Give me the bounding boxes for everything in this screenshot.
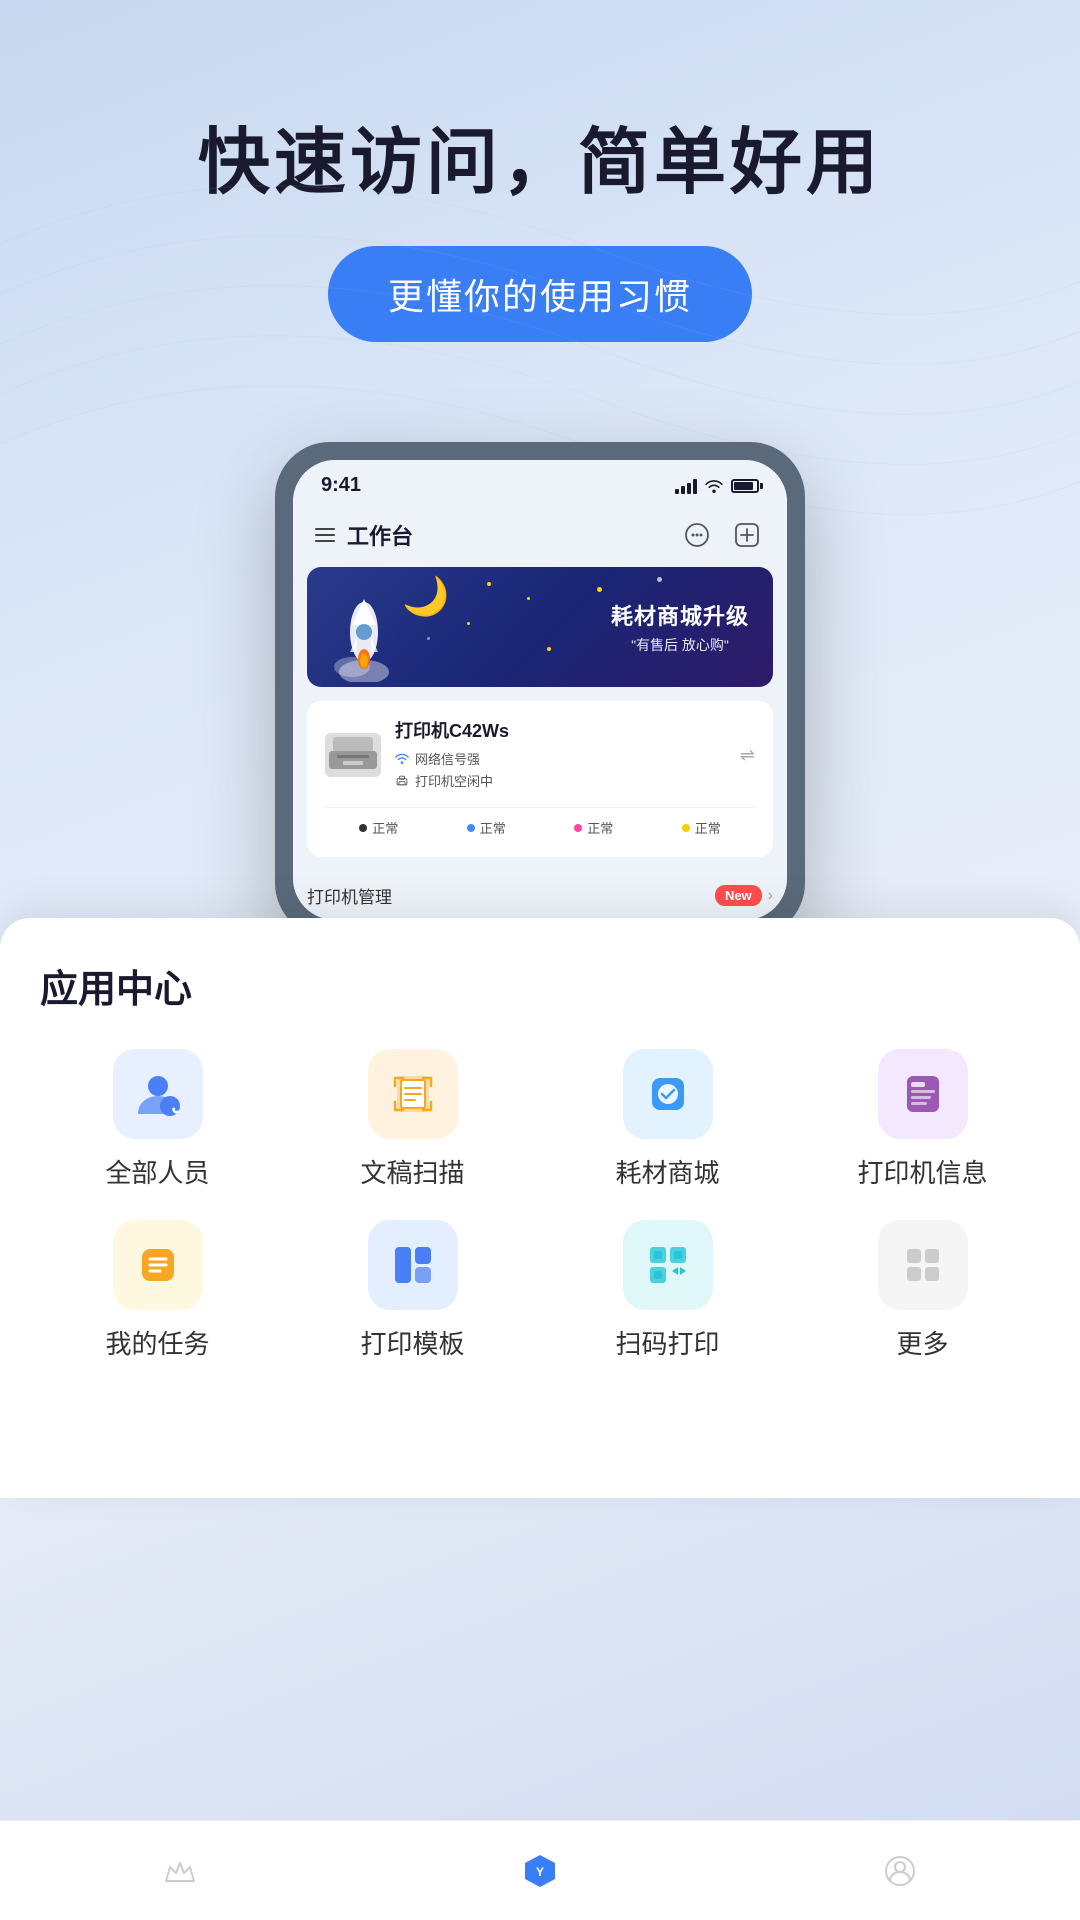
app-icon-task [113,1220,203,1310]
app-center-card: 应用中心 全部人员 [0,918,1080,1498]
add-icon[interactable] [729,517,765,553]
app-label-shop: 耗材商城 [615,1153,719,1190]
banner-title: 耗材商城升级 [611,599,749,631]
banner-rocket-icon [327,587,402,682]
header-right [679,517,765,553]
hero-section: 快速访问，简单好用 更懂你的使用习惯 [0,0,1080,402]
app-item-people[interactable]: 全部人员 [40,1049,275,1190]
app-title: 工作台 [347,519,413,551]
app-icon-shop [623,1049,713,1139]
app-item-task[interactable]: 我的任务 [40,1220,275,1361]
status-time: 9:41 [321,474,361,497]
signal-icon [675,478,697,494]
status-icons [675,478,759,494]
app-icon-printer-info [878,1049,968,1139]
tab-center[interactable]: Y [360,1846,720,1896]
message-icon[interactable] [679,517,715,553]
wifi-status-icon [395,753,409,764]
arrow-right-icon: › [768,887,773,905]
hero-button[interactable]: 更懂你的使用习惯 [328,246,752,342]
ink-levels: 正常 正常 正常 正常 [325,807,755,841]
app-icon-more [878,1220,968,1310]
header-left: 工作台 [315,519,413,551]
printer-image [325,733,381,777]
app-icon-people [113,1049,203,1139]
banner-moon-icon: 🌙 [402,575,449,619]
banner-subtitle: "有售后 放心购" [611,635,749,655]
app-label-people: 全部人员 [105,1153,209,1190]
ink-magenta: 正常 [574,818,613,837]
app-header: 工作台 [293,507,787,567]
app-item-shop[interactable]: 耗材商城 [550,1049,785,1190]
battery-icon [731,479,759,493]
management-label: 打印机管理 [307,883,392,908]
printer-name: 打印机C42Ws [395,717,509,743]
hexagon-icon: Y [515,1846,565,1896]
phone-mockup: 9:41 [275,442,805,938]
printer-left: 打印机C42Ws 网络信号强 [325,717,509,793]
app-label-printer-info: 打印机信息 [857,1153,987,1190]
hero-title: 快速访问，简单好用 [40,120,1040,206]
app-label-more: 更多 [896,1324,948,1361]
app-icon-scan [368,1049,458,1139]
app-item-more[interactable]: 更多 [805,1220,1040,1361]
tab-home[interactable] [0,1846,360,1896]
app-label-template: 打印模板 [360,1324,464,1361]
menu-icon[interactable] [315,528,335,542]
app-center-title: 应用中心 [40,958,1040,1013]
printer-idle-status: 打印机空闲中 [395,771,509,790]
printer-details: 打印机C42Ws 网络信号强 [395,717,509,793]
app-label-qr-print: 扫码打印 [615,1324,719,1361]
banner[interactable]: 🌙 耗材商城升级 "有售后 放心购" [307,567,773,687]
app-grid: 全部人员 文稿扫描 [40,1049,1040,1361]
crown-icon [155,1846,205,1896]
status-bar: 9:41 [293,460,787,507]
tab-bar: Y [0,1820,1080,1920]
management-right: New › [715,885,773,906]
network-status: 网络信号强 [395,749,509,768]
banner-text: 耗材商城升级 "有售后 放心购" [611,599,749,655]
app-label-scan: 文稿扫描 [360,1153,464,1190]
switch-icon[interactable]: ⇌ [740,745,755,766]
app-item-scan[interactable]: 文稿扫描 [295,1049,530,1190]
tab-profile[interactable] [720,1846,1080,1896]
ink-cyan: 正常 [467,818,506,837]
app-item-template[interactable]: 打印模板 [295,1220,530,1361]
profile-circle-icon [875,1846,925,1896]
app-label-task: 我的任务 [105,1324,209,1361]
ink-yellow: 正常 [682,818,721,837]
phone-mockup-container: 9:41 [0,442,1080,938]
svg-text:Y: Y [536,1865,544,1879]
app-item-qr-print[interactable]: 扫码打印 [550,1220,785,1361]
printer-card: 打印机C42Ws 网络信号强 [307,701,773,857]
printer-status-icon [395,775,409,786]
app-icon-qr-print [623,1220,713,1310]
wifi-icon [705,479,723,493]
phone-screen: 9:41 [293,460,787,920]
app-item-printer-info[interactable]: 打印机信息 [805,1049,1040,1190]
new-badge: New [715,885,762,906]
app-icon-template [368,1220,458,1310]
management-row[interactable]: 打印机管理 New › [293,871,787,920]
printer-info: 打印机C42Ws 网络信号强 [325,717,755,793]
ink-black: 正常 [359,818,398,837]
